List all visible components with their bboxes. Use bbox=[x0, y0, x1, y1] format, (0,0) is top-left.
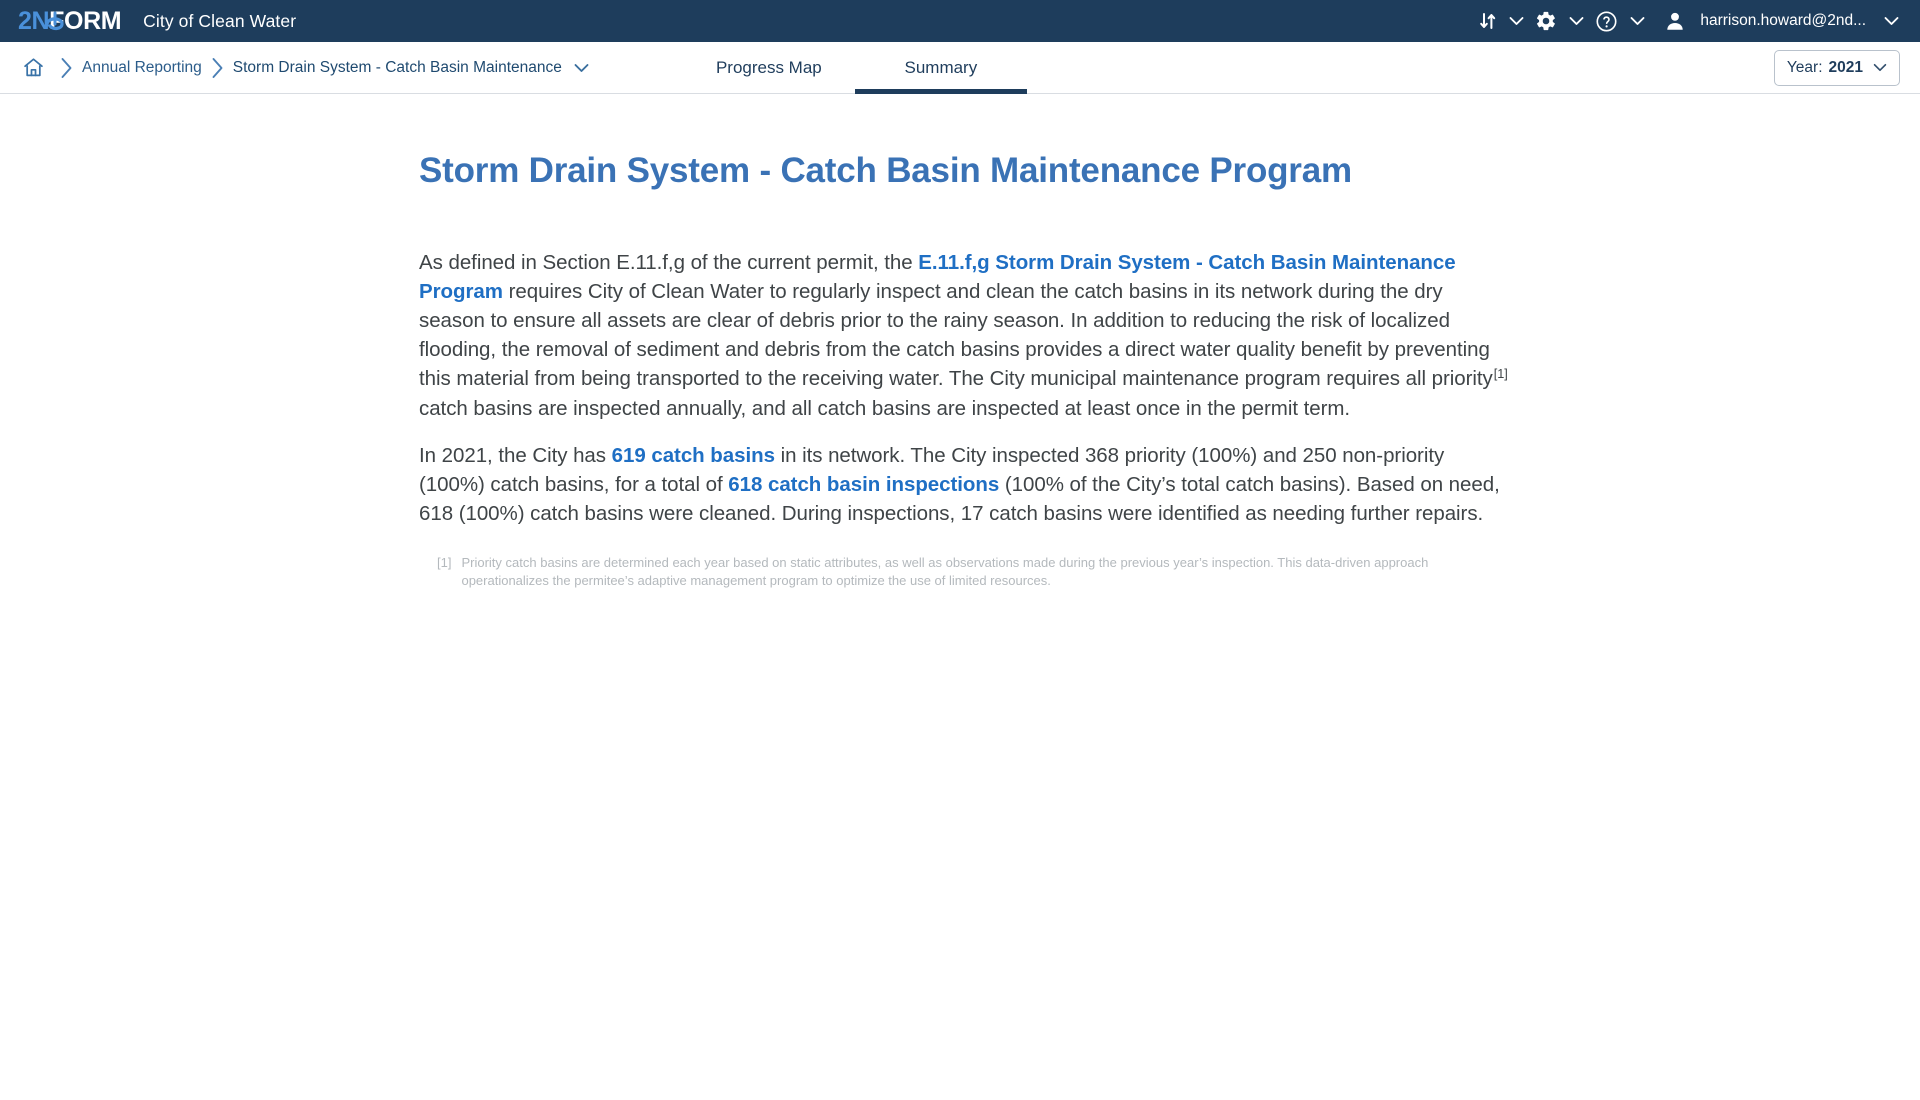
year-filter-prefix: Year: bbox=[1786, 58, 1823, 76]
breadcrumb-chevron-down-icon[interactable] bbox=[564, 63, 597, 73]
main-content: Storm Drain System - Catch Basin Mainten… bbox=[0, 94, 1920, 589]
link-catch-basin-inspections[interactable]: 618 catch basin inspections bbox=[728, 473, 999, 496]
data-transfer-menu-chevron-down-icon[interactable] bbox=[1503, 0, 1529, 42]
settings-menu-chevron-down-icon[interactable] bbox=[1563, 0, 1589, 42]
question-circle-icon[interactable] bbox=[1589, 0, 1624, 42]
paragraph1-segment-2: requires City of Clean Water to regularl… bbox=[419, 280, 1493, 391]
gear-icon[interactable] bbox=[1529, 0, 1563, 42]
summary-document: Storm Drain System - Catch Basin Mainten… bbox=[419, 150, 1509, 589]
paragraph1-segment-3: catch basins are inspected annually, and… bbox=[419, 396, 1351, 420]
user-menu-chevron-down-icon[interactable] bbox=[1878, 0, 1904, 42]
page-title: Storm Drain System - Catch Basin Mainten… bbox=[419, 151, 1352, 190]
breadcrumb-tab-bar: Annual Reporting Storm Drain System - Ca… bbox=[0, 42, 1920, 94]
paragraph-program-definition: As defined in Section E.11.f,g of the cu… bbox=[419, 248, 1509, 423]
header-actions: harrison.howard@2nd... bbox=[1473, 0, 1904, 42]
organization-name: City of Clean Water bbox=[143, 10, 297, 31]
footnotes-section: [1] Priority catch basins are determined… bbox=[419, 554, 1509, 589]
top-header-bar: 2N FORM City of Clean Water harrison.how… bbox=[0, 0, 1920, 42]
home-icon[interactable] bbox=[14, 56, 53, 79]
footnote-mark: [1] bbox=[437, 554, 452, 570]
paragraph1-segment-1: As defined in Section E.11.f,g of the cu… bbox=[419, 251, 919, 274]
year-filter-area: Year: 2021 bbox=[1773, 42, 1920, 93]
person-avatar-icon[interactable] bbox=[1650, 0, 1692, 42]
footnote-text: Priority catch basins are determined eac… bbox=[461, 554, 1429, 588]
paragraph2-segment-1: In 2021, the City has bbox=[419, 443, 612, 467]
footnote-item: [1] Priority catch basins are determined… bbox=[437, 554, 1467, 589]
tab-progress-map[interactable]: Progress Map bbox=[683, 42, 855, 93]
year-filter-chevron-down-icon bbox=[1873, 63, 1887, 72]
page-tabs: Progress Map Summary bbox=[683, 42, 1027, 94]
breadcrumb-item-annual-reporting[interactable]: Annual Reporting bbox=[80, 59, 204, 77]
help-menu-chevron-down-icon[interactable] bbox=[1624, 0, 1650, 42]
sort-arrows-icon[interactable] bbox=[1473, 0, 1503, 42]
chevron-right-icon bbox=[53, 57, 80, 79]
breadcrumb-item-storm-drain-system[interactable]: Storm Drain System - Catch Basin Mainten… bbox=[231, 59, 564, 77]
tab-summary[interactable]: Summary bbox=[854, 42, 1027, 94]
user-email-label[interactable]: harrison.howard@2nd... bbox=[1700, 12, 1866, 30]
logo-wordmark: 2N FORM bbox=[18, 8, 122, 34]
chevron-right-icon-2 bbox=[204, 57, 231, 79]
year-filter-value: 2021 bbox=[1828, 58, 1863, 76]
paragraph-yearly-statistics: In 2021, the City has 619 catch basins i… bbox=[419, 441, 1509, 528]
link-catch-basins-count[interactable]: 619 catch basins bbox=[612, 444, 775, 467]
app-logo[interactable]: 2N FORM bbox=[18, 8, 122, 34]
footnote-marker-1[interactable]: [1] bbox=[1493, 366, 1508, 381]
year-filter-dropdown[interactable]: Year: 2021 bbox=[1773, 49, 1900, 86]
breadcrumb: Annual Reporting Storm Drain System - Ca… bbox=[14, 42, 597, 93]
